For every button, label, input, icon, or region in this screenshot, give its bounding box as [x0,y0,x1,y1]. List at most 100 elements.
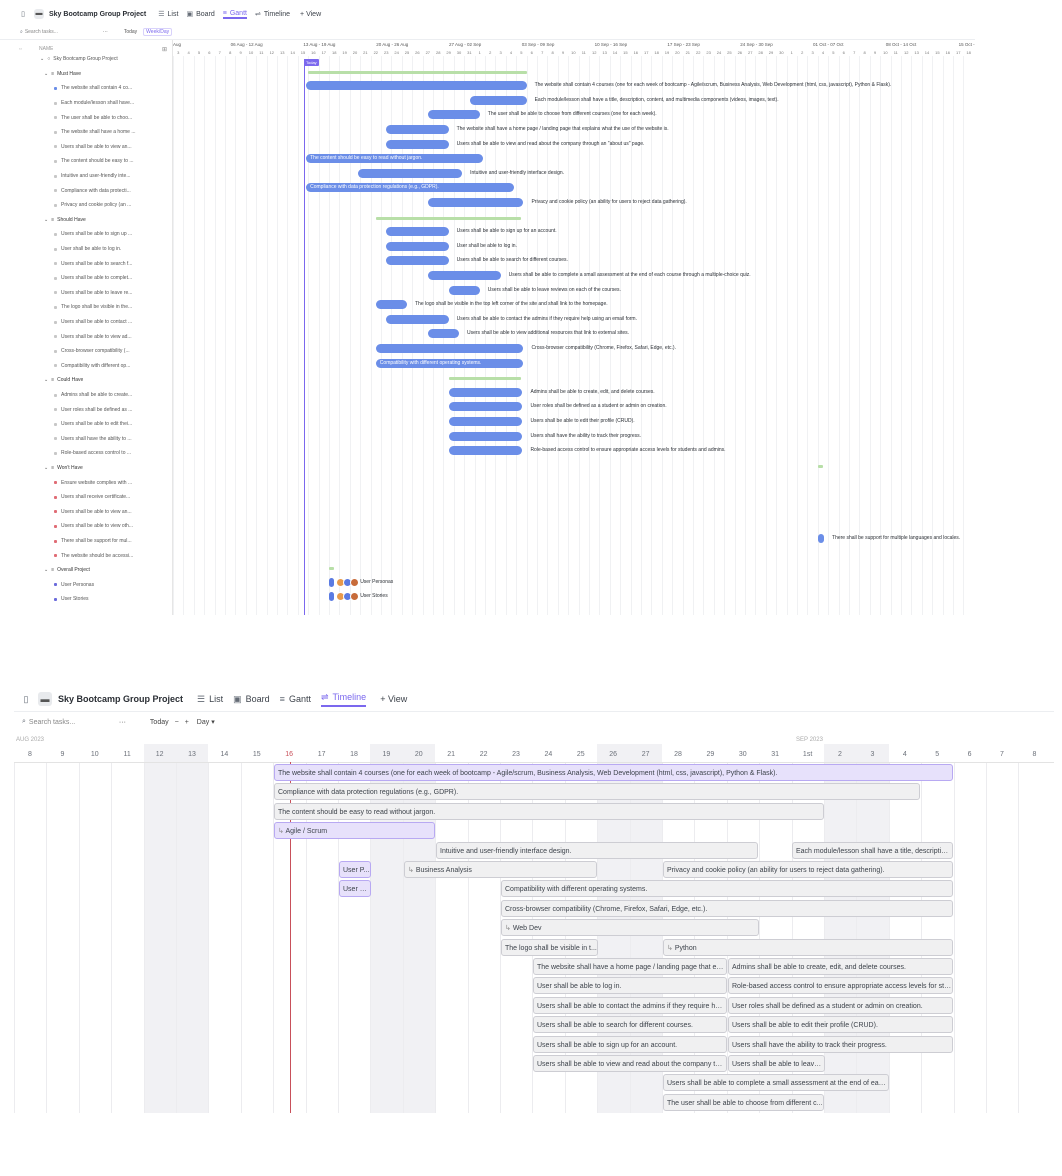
task-row[interactable]: Users shall be able to leave re... [54,286,132,301]
task-bar[interactable] [386,256,449,266]
more-menu[interactable]: ··· [103,29,108,35]
timeline-bar[interactable]: Users shall be able to leave ... [728,1055,825,1072]
timeline-bar[interactable]: The website shall have a home page / lan… [533,958,727,975]
task-row[interactable]: Users shall be able to view ad... [54,329,132,344]
chevron-down-icon[interactable]: ⌄ [44,567,48,573]
task-row[interactable]: The website shall contain 4 co... [54,81,132,96]
task-row[interactable]: User Stories [54,592,89,607]
chevron-down-icon[interactable]: ⌄ [44,71,48,77]
timeline-bar[interactable]: User S... [339,880,371,898]
task-bar[interactable] [448,417,523,426]
timeline-bar[interactable]: Intuitive and user-friendly interface de… [436,841,758,859]
timeline-bar[interactable]: The user shall be able to choose from di… [663,1093,824,1111]
today-button[interactable]: Today [150,719,169,726]
task-row[interactable]: Users shall have the ability to ... [54,432,132,447]
search-input[interactable]: Search tasks... [29,719,117,726]
task-bar[interactable] [448,446,523,456]
timeline-bar[interactable]: User roles shall be defined as a student… [728,996,953,1014]
search-input[interactable]: Search tasks... [25,29,95,35]
scale-selector[interactable]: Day ▾ [197,718,215,726]
timeline-bar[interactable]: Users shall be able to search for differ… [533,1016,727,1034]
group-row[interactable]: ⌄ ≡ Could Have [44,373,83,388]
timeline-bar[interactable]: Compliance with data protection regulati… [274,783,920,801]
timeline-bar[interactable]: The website shall contain 4 courses (one… [274,764,953,781]
zoom-in-button[interactable]: + [185,719,189,726]
task-bar[interactable] [375,344,524,353]
chevron-down-icon[interactable]: ⌄ [44,465,48,471]
timeline-bar[interactable]: The logo shall be visible in t... [501,938,598,956]
scale-selector[interactable]: Week/Day [143,28,173,36]
view-gantt[interactable]: ≡ Gantt [280,694,311,704]
task-row[interactable]: The logo shall be visible in the... [54,300,132,315]
timeline-bar[interactable]: Cross-browser compatibility (Chrome, Fir… [501,899,953,917]
task-row[interactable]: The website should be accessi... [54,548,133,563]
task-bar[interactable] [329,577,335,587]
today-button[interactable]: Today [124,29,137,35]
task-row[interactable]: Users shall be able to complet... [54,271,132,286]
task-row[interactable]: User Personas [54,578,94,593]
group-row[interactable]: ⌄ ≡ Overall Project [44,563,90,578]
task-bar[interactable] [427,329,459,339]
task-bar[interactable]: Compatibility with different operating s… [375,358,524,368]
task-bar[interactable] [386,227,449,237]
task-bar[interactable] [386,241,449,251]
view-list[interactable]: ☰ List [197,694,223,705]
task-row[interactable]: Privacy and cookie policy (an ... [54,198,131,213]
task-row[interactable]: Each module/lesson shall have... [54,96,134,111]
timeline-bar[interactable]: Users shall be able to contact the admin… [533,996,727,1014]
timeline-bar[interactable]: ↳ Python [663,938,953,956]
task-bar[interactable] [375,300,407,310]
timeline-bar[interactable]: The content should be easy to read witho… [274,802,824,820]
task-row[interactable]: Intuitive and user-friendly inte... [54,169,130,184]
sidebar-toggle-icon[interactable]: ▯ [18,10,28,18]
timeline-bar[interactable]: ↳ Web Dev [501,919,759,937]
timeline-bar[interactable]: Admins shall be able to create, edit, an… [728,958,953,975]
group-row[interactable]: ⌄ ≡ Should Have [44,213,86,228]
task-bar[interactable] [358,168,463,178]
timeline-bar[interactable]: Privacy and cookie policy (an ability fo… [663,861,953,878]
task-row[interactable]: Users shall be able to edit thei... [54,417,132,432]
task-row[interactable]: User shall be able to log in. [54,242,121,257]
chevron-down-icon[interactable]: ⌄ [44,217,48,223]
timeline-bar[interactable]: Users shall be able to view and read abo… [533,1055,727,1072]
task-row[interactable]: Admins shall be able to create... [54,388,132,403]
task-bar[interactable] [386,314,449,324]
task-row[interactable]: Cross-browser compatibility (... [54,344,130,359]
task-row[interactable]: User roles shall be defined as ... [54,402,132,417]
task-row[interactable]: Users shall be able to view an... [54,505,132,520]
zoom-out-button[interactable]: − [175,719,179,726]
timeline-bar[interactable]: ↳ Business Analysis [404,861,597,878]
view-timeline[interactable]: ⇌ Timeline [255,10,290,19]
task-bar[interactable] [427,110,480,120]
chevron-down-icon[interactable]: ⌄ [40,56,44,62]
task-row[interactable]: The user shall be able to choo... [54,110,132,125]
task-row[interactable]: Users shall be able to view oth... [54,519,133,534]
task-bar[interactable] [329,592,335,602]
task-row[interactable]: Users shall be able to sign up ... [54,227,132,242]
view-gantt[interactable]: ≡ Gantt [222,10,247,19]
timeline-bar[interactable]: Users shall have the ability to track th… [728,1035,953,1053]
task-row[interactable]: Users shall receive certificate... [54,490,130,505]
task-bar[interactable] [386,139,449,149]
timeline-bar[interactable]: Users shall be able to sign up for an ac… [533,1035,727,1053]
group-row[interactable]: ⌄ ≡ Won't Have [44,461,83,476]
add-column-icon[interactable]: ⊞ [162,46,167,53]
task-bar[interactable] [470,95,527,105]
timeline-bar[interactable]: Each module/lesson shall have a title, d… [792,841,953,859]
task-row[interactable]: Users shall be able to search f... [54,256,132,271]
collapse-icon[interactable]: ⇔ [18,46,23,52]
timeline-bar[interactable]: Role-based access control to ensure appr… [728,977,953,995]
task-row[interactable]: The content should be easy to ... [54,154,134,169]
task-bar[interactable] [448,387,523,397]
timeline-bar[interactable]: User shall be able to log in. [533,977,727,995]
task-row[interactable]: Ensure website complies with ... [54,475,132,490]
sidebar-toggle-icon[interactable]: ▯ [20,694,32,705]
task-row[interactable]: Role-based access control to ... [54,446,131,461]
add-view-button[interactable]: + View [380,694,407,704]
group-row[interactable]: ⌄ ≡ Must Have [44,67,81,82]
task-bar[interactable] [448,431,523,441]
add-view-button[interactable]: + View [300,11,321,18]
timeline-bar[interactable]: Users shall be able to edit their profil… [728,1016,953,1034]
timeline-bar[interactable]: Users shall be able to complete a small … [663,1074,889,1092]
project-row[interactable]: ⌄ ○ Sky Bootcamp Group Project [40,52,118,67]
